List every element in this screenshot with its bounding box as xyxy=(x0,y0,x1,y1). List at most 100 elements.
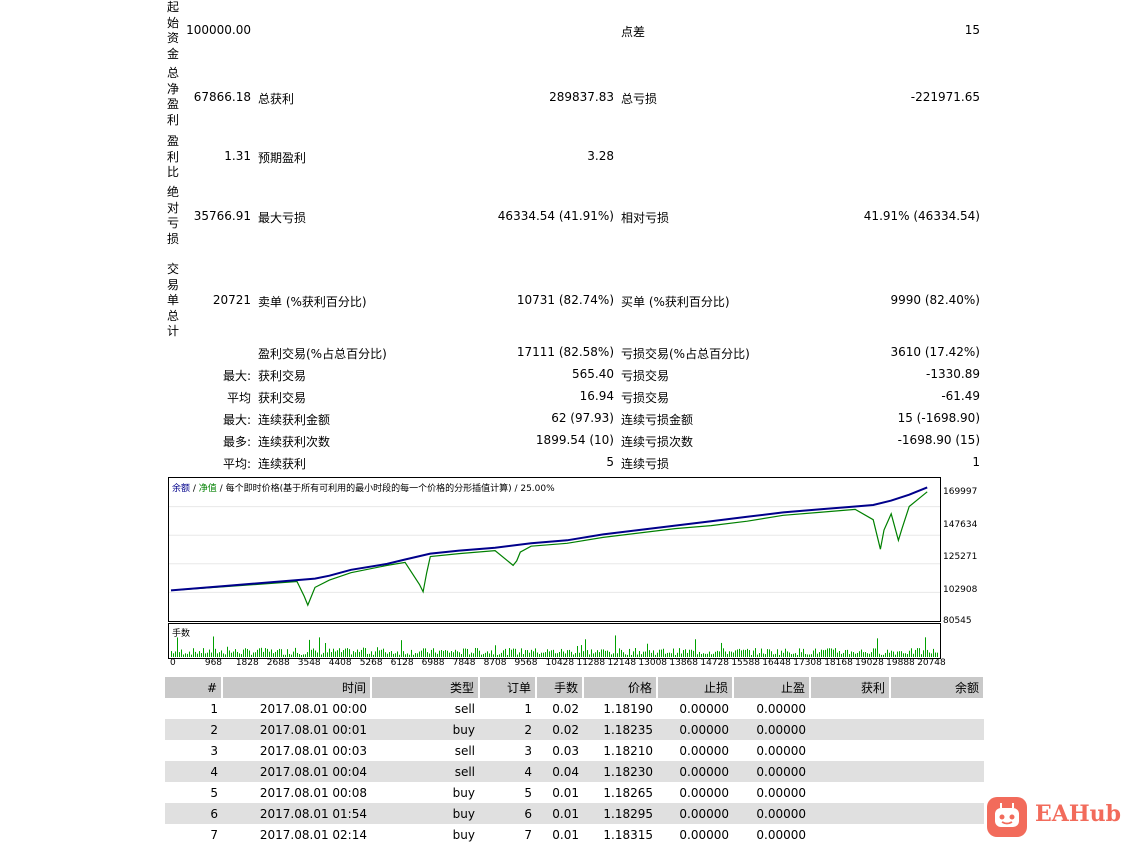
gross-profit-label: 总获利 xyxy=(258,92,295,106)
volume-bar xyxy=(199,651,200,657)
volume-bar xyxy=(693,650,694,657)
volume-bar xyxy=(651,652,652,657)
x-tick: 10428 xyxy=(545,658,575,668)
table-cell: 1 xyxy=(210,701,218,716)
volume-bar xyxy=(879,653,880,657)
average-loss-value: -61.49 xyxy=(941,389,980,403)
volume-bar xyxy=(337,650,338,657)
volume-bar xyxy=(869,653,870,657)
volume-bar xyxy=(323,652,324,657)
volume-bar xyxy=(877,638,878,657)
col-take-profit[interactable]: 止盈 xyxy=(733,677,811,698)
table-row[interactable]: 2 2017.08.01 00:01 buy 2 0.02 1.18235 0.00000 0… xyxy=(165,719,984,740)
largest-profit-value: 565.40 xyxy=(572,367,614,381)
volume-bar xyxy=(893,651,894,657)
table-cell: 5 xyxy=(210,785,218,800)
volume-bar xyxy=(305,654,306,657)
volume-bar xyxy=(809,654,810,657)
table-cell: sell xyxy=(454,701,475,716)
volume-bar xyxy=(607,650,608,657)
volume-bar xyxy=(387,653,388,657)
table-row[interactable]: 1 2017.08.01 00:00 sell 1 0.02 1.18190 0.00000… xyxy=(165,698,984,719)
col-type[interactable]: 类型 xyxy=(371,677,480,698)
volume-bar xyxy=(599,652,600,657)
table-row[interactable]: 4 2017.08.01 00:04 sell 4 0.04 1.18230 0.00000… xyxy=(165,761,984,782)
volume-bar xyxy=(293,651,294,657)
volume-bar xyxy=(401,640,402,657)
volume-bar xyxy=(361,649,362,657)
col-lots[interactable]: 手数 xyxy=(536,677,584,698)
volume-bar xyxy=(359,651,360,657)
x-tick: 19028 xyxy=(855,658,884,668)
volume-bar xyxy=(591,649,592,657)
max-consecutive-prefix: 最大: xyxy=(222,413,251,427)
absolute-drawdown-value: 35766.91 xyxy=(193,209,251,223)
volume-bar xyxy=(541,652,542,657)
col-profit[interactable]: 获利 xyxy=(810,677,891,698)
col-order[interactable]: 订单 xyxy=(479,677,537,698)
volume-bar xyxy=(525,650,526,657)
volume-bar xyxy=(909,650,910,657)
volume-bar xyxy=(357,649,358,657)
volume-bar xyxy=(917,648,918,657)
volume-bar xyxy=(427,652,428,657)
volume-bar xyxy=(529,652,530,657)
table-cell: 6 xyxy=(479,803,536,824)
table-cell xyxy=(810,782,890,803)
table-row[interactable]: 3 2017.08.01 00:03 sell 3 0.03 1.18210 0.00000… xyxy=(165,740,984,761)
volume-bar xyxy=(497,654,498,657)
volume-bar xyxy=(935,652,936,657)
col-number[interactable]: # xyxy=(165,677,223,698)
volume-bar xyxy=(491,650,492,657)
volume-bar xyxy=(365,648,366,657)
volume-bar xyxy=(867,653,868,657)
table-cell xyxy=(890,740,984,761)
volume-bar xyxy=(425,648,426,657)
volume-bar xyxy=(183,654,184,657)
volume-bar xyxy=(735,650,736,657)
volume-bar xyxy=(827,648,828,657)
table-row[interactable]: 6 2017.08.01 01:54 buy 6 0.01 1.18295 0.00000 0… xyxy=(165,803,984,824)
average-consecutive-loss-value: 1 xyxy=(972,455,980,469)
eahub-logo: EAHub xyxy=(987,797,1121,837)
x-tick: 9568 xyxy=(514,658,538,668)
volume-bar xyxy=(259,648,260,657)
volume-bar xyxy=(413,654,414,657)
volume-bar xyxy=(595,652,596,657)
volume-bar xyxy=(899,651,900,657)
table-cell: buy xyxy=(452,785,475,800)
volume-bar xyxy=(837,652,838,657)
volume-bar xyxy=(801,652,802,657)
volume-bar xyxy=(615,635,616,657)
volume-bar xyxy=(433,648,434,657)
total-trades-value: 20721 xyxy=(212,293,251,307)
volume-bar xyxy=(933,648,934,657)
col-time[interactable]: 时间 xyxy=(222,677,372,698)
volume-bar xyxy=(643,651,644,657)
col-balance[interactable]: 余额 xyxy=(890,677,985,698)
volume-bar xyxy=(437,653,438,657)
loss-trades-value: 3610 (17.42%) xyxy=(890,345,980,359)
largest-loss-value: -1330.89 xyxy=(926,367,980,381)
volume-bar xyxy=(317,652,318,657)
volume-bar xyxy=(829,648,830,657)
volume-bar xyxy=(559,651,560,657)
volume-bar xyxy=(339,648,340,657)
volume-bar xyxy=(179,652,180,657)
volume-bar xyxy=(231,652,232,657)
volume-bar xyxy=(295,647,296,657)
volume-bar xyxy=(699,651,700,657)
x-tick: 7848 xyxy=(452,658,476,668)
volume-bar xyxy=(557,653,558,657)
volume-bar xyxy=(551,650,552,657)
col-price[interactable]: 价格 xyxy=(583,677,658,698)
x-tick: 3548 xyxy=(297,658,321,668)
volume-bar xyxy=(773,654,774,657)
x-tick: 18168 xyxy=(824,658,853,668)
col-stop-loss[interactable]: 止损 xyxy=(657,677,734,698)
volume-bar xyxy=(377,647,378,657)
trades-body: 1 2017.08.01 00:00 sell 1 0.02 1.18190 0.00000… xyxy=(165,698,984,845)
equity-line xyxy=(170,491,928,607)
volume-bar xyxy=(677,652,678,657)
table-row[interactable]: 5 2017.08.01 00:08 buy 5 0.01 1.18265 0.00000 0… xyxy=(165,782,984,803)
